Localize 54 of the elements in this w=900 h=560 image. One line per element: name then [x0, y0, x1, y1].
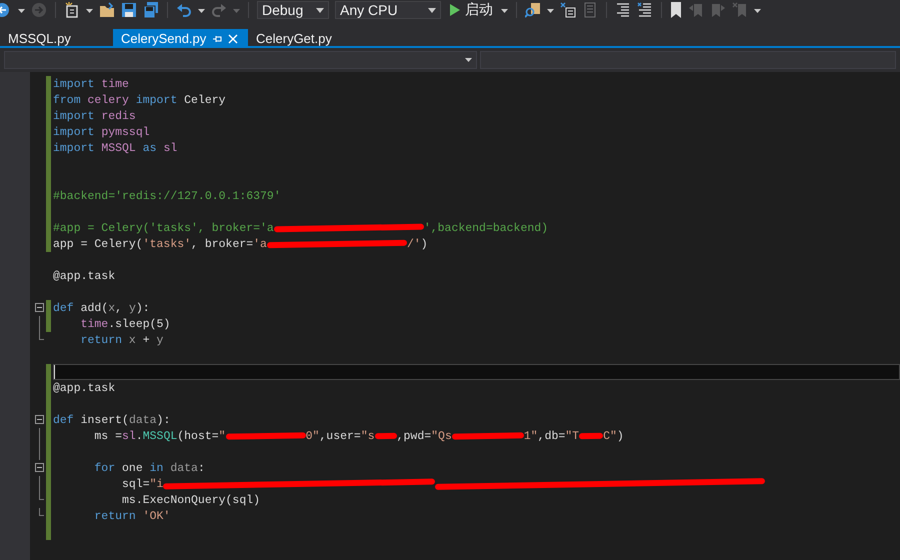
code-text: time.sleep(5)	[80, 318, 170, 330]
code-text: app = Celery('tasks', broker='a	[53, 238, 267, 250]
code-text: ms =sl.MSSQL(host="	[93, 430, 226, 442]
configuration-dropdown[interactable]: Debug	[257, 1, 329, 19]
pin-icon[interactable]	[212, 34, 222, 44]
uncomment-icon[interactable]	[637, 2, 653, 18]
configuration-dropdown[interactable]: Any CPU	[335, 1, 441, 19]
code-text: for one in data:	[93, 462, 205, 474]
code-text: import time	[53, 78, 129, 90]
close-icon[interactable]	[228, 34, 238, 44]
code-text: @app.task	[53, 270, 116, 282]
collapse-toggle[interactable]	[35, 303, 44, 312]
file-tab[interactable]: CelerySend.py	[113, 29, 248, 48]
code-text: @app.task	[53, 382, 116, 394]
save-icon[interactable]	[121, 2, 137, 18]
collapse-toggle[interactable]	[35, 415, 44, 424]
caret-icon	[465, 58, 472, 62]
file-tab[interactable]: MSSQL.py	[0, 29, 113, 48]
code-text: from celery import Celery	[53, 94, 226, 106]
caret-icon	[428, 8, 436, 12]
code-text: ',backend=backend)	[424, 222, 548, 234]
find-in-files-icon[interactable]	[525, 2, 541, 18]
text-cursor	[54, 365, 55, 379]
new-project-icon[interactable]	[64, 2, 80, 18]
align-icon[interactable]	[560, 2, 576, 18]
redaction-mark	[374, 432, 397, 440]
start-button[interactable]: 启动	[447, 1, 495, 19]
code-text: #backend='redis://127.0.0.1:6379'	[53, 190, 281, 202]
bookmark-icon[interactable]	[670, 2, 682, 18]
code-text: import MSSQL as sl	[53, 142, 178, 154]
redaction-mark	[579, 432, 604, 440]
folder-icon[interactable]	[99, 2, 115, 18]
code-text: return x + y	[80, 334, 164, 346]
file-tab[interactable]: CeleryGet.py	[248, 29, 361, 48]
code-text: sql="i	[121, 478, 164, 490]
caret-icon	[316, 8, 324, 12]
code-text: def add(x, y):	[53, 302, 150, 314]
code-text: 1",db="T	[524, 430, 580, 442]
code-text: C")	[603, 430, 624, 442]
save-all-icon[interactable]	[143, 2, 159, 18]
collapse-toggle[interactable]	[35, 463, 44, 472]
code-text: 0",user="s	[306, 430, 375, 442]
code-text: def insert(data):	[53, 414, 170, 426]
code-text: ms.ExecNonQuery(sql)	[121, 494, 260, 506]
code-text: ,pwd="Qs	[396, 430, 452, 442]
code-text: import redis	[53, 110, 136, 122]
undo-icon[interactable]	[176, 2, 192, 18]
code-text: import pymssql	[53, 126, 150, 138]
comment-icon[interactable]	[615, 2, 631, 18]
code-text: return 'OK'	[93, 510, 170, 522]
back-icon[interactable]	[0, 2, 12, 18]
play-icon	[449, 4, 460, 16]
code-text: #app = Celery('tasks', broker='a	[53, 222, 274, 234]
code-text: /')	[406, 238, 428, 250]
